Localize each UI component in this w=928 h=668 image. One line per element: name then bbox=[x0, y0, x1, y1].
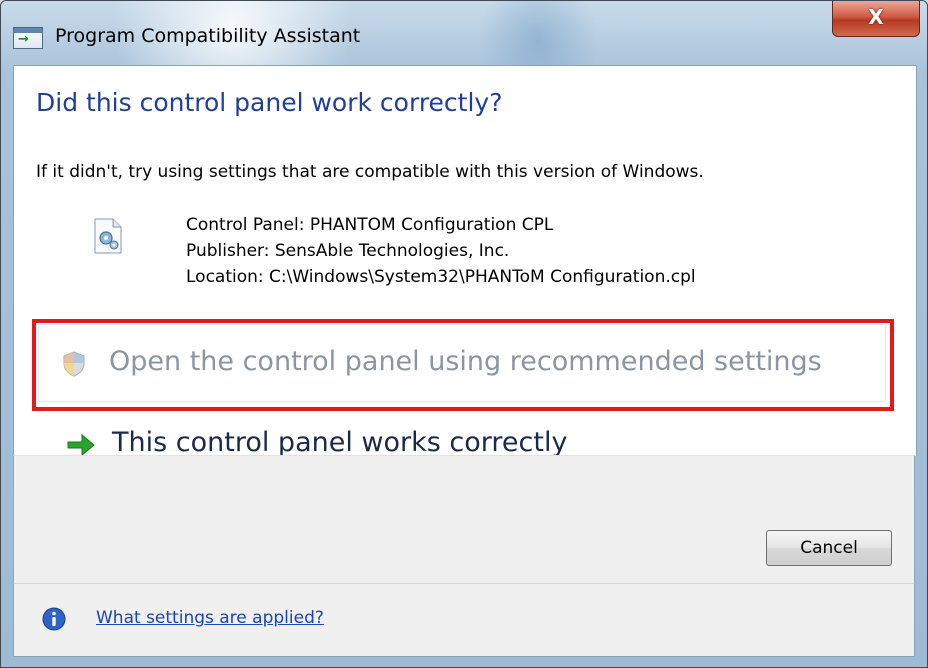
description-text: If it didn't, try using settings that ar… bbox=[36, 162, 704, 182]
dialog-footer: What settings are applied? bbox=[13, 583, 915, 657]
close-button[interactable]: X bbox=[832, 1, 920, 37]
info-icon bbox=[42, 607, 66, 631]
recommended-settings-label: Open the control panel using recommended… bbox=[109, 346, 822, 377]
button-bar: Cancel bbox=[13, 455, 915, 583]
control-panel-name: Control Panel: PHANTOM Configuration CPL bbox=[186, 215, 554, 235]
green-arrow-icon bbox=[67, 433, 95, 457]
settings-applied-link[interactable]: What settings are applied? bbox=[96, 608, 324, 628]
program-compatibility-window: → Program Compatibility Assistant X Did … bbox=[0, 0, 928, 668]
dialog-content: Did this control panel work correctly? I… bbox=[13, 65, 917, 458]
uac-shield-icon bbox=[63, 351, 85, 377]
file-location: Location: C:\Windows\System32\PHANToM Co… bbox=[186, 267, 696, 287]
publisher-name: Publisher: SensAble Technologies, Inc. bbox=[186, 241, 510, 261]
window-title: Program Compatibility Assistant bbox=[55, 25, 361, 47]
works-correctly-label: This control panel works correctly bbox=[112, 427, 568, 458]
control-panel-file-icon bbox=[94, 218, 122, 254]
page-title: Did this control panel work correctly? bbox=[36, 88, 503, 117]
recommended-settings-option[interactable]: Open the control panel using recommended… bbox=[38, 324, 886, 402]
title-bar[interactable]: → Program Compatibility Assistant X bbox=[1, 1, 927, 67]
program-compatibility-icon: → bbox=[13, 27, 43, 49]
program-details: Control Panel: PHANTOM Configuration CPL… bbox=[186, 212, 696, 290]
cancel-button[interactable]: Cancel bbox=[766, 530, 892, 566]
